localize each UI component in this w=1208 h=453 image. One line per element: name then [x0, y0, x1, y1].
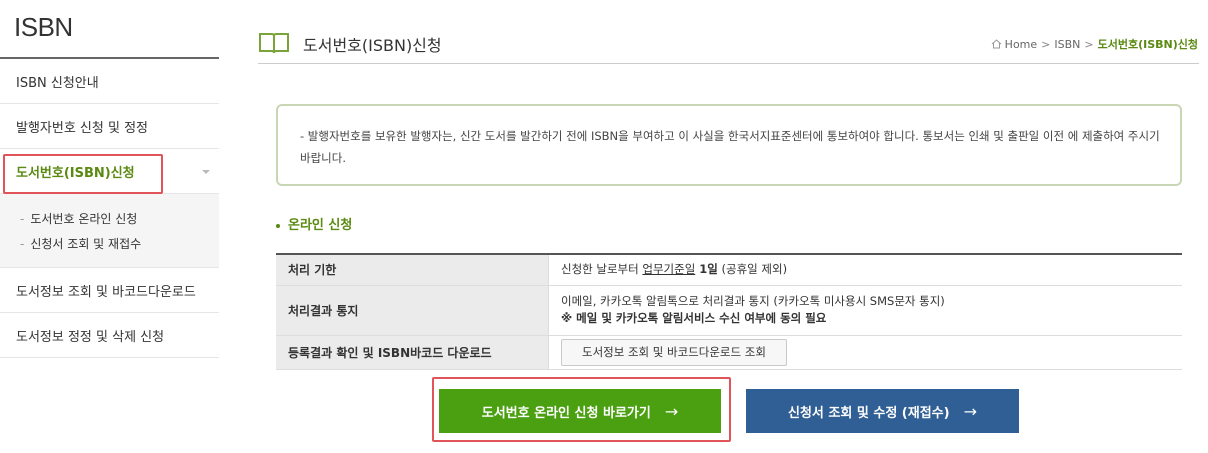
breadcrumb-current: 도서번호(ISBN)신청 [1097, 38, 1198, 51]
table-cell: 도서정보 조회 및 바코드다운로드 조회 [549, 335, 1183, 369]
book-icon [259, 33, 289, 54]
notification-consent-note: ※ 메일 및 카카오톡 알림서비스 수신 여부에 동의 필요 [561, 311, 827, 325]
deadline-text: 신청한 날로부터 [561, 262, 643, 277]
subitem-dash: - [20, 212, 25, 226]
sidebar-item-book-info-correction[interactable]: 도서정보 정정 및 삭제 신청 [0, 313, 219, 358]
breadcrumb-isbn[interactable]: ISBN [1054, 38, 1080, 51]
sidebar-item-label: 도서정보 정정 및 삭제 신청 [16, 329, 165, 345]
book-info-inquiry-button[interactable]: 도서정보 조회 및 바코드다운로드 조회 [561, 338, 787, 366]
sidebar-subitem-inquiry[interactable]: - 신청서 조회 및 재접수 [20, 235, 141, 252]
sidebar-item-label: 도서번호(ISBN)신청 [16, 165, 135, 181]
sidebar-title: ISBN [14, 12, 73, 42]
bullet-icon [276, 223, 280, 228]
breadcrumb: Home > ISBN > 도서번호(ISBN)신청 [991, 36, 1198, 52]
online-apply-button-label: 도서번호 온라인 신청 바로가기 [481, 405, 651, 421]
page-title: 도서번호(ISBN)신청 [303, 36, 442, 55]
table-cell: 이메일, 카카오톡 알림톡으로 처리결과 통지 (카카오톡 미사용시 SMS문자… [549, 285, 1183, 335]
table-row: 처리 기한 신청한 날로부터 업무기준일 1일 (공휴일 제외) [276, 254, 1182, 285]
breadcrumb-home[interactable]: Home [1005, 38, 1037, 51]
deadline-underline: 업무기준일 [642, 262, 696, 277]
application-modify-button-label: 신청서 조회 및 수정 (재접수) [788, 405, 950, 421]
table-header-cell: 등록결과 확인 및 ISBN바코드 다운로드 [276, 335, 549, 369]
home-icon [991, 39, 1002, 49]
table-row: 처리결과 통지 이메일, 카카오톡 알림톡으로 처리결과 통지 (카카오톡 미사… [276, 285, 1182, 335]
breadcrumb-separator: > [1084, 38, 1094, 51]
header-divider [258, 63, 1199, 64]
chevron-down-icon [202, 170, 210, 174]
subitem-dash: - [20, 237, 25, 251]
sidebar-item-publisher-number[interactable]: 발행자번호 신청 및 정정 [0, 104, 219, 149]
breadcrumb-separator: > [1041, 38, 1051, 51]
sidebar-item-label: 도서정보 조회 및 바코드다운로드 [16, 284, 196, 300]
sidebar: ISBN ISBN 신청안내 발행자번호 신청 및 정정 도서번호(ISBN)신… [0, 0, 219, 453]
deadline-note: (공휴일 제외) [717, 262, 788, 277]
table-cell: 신청한 날로부터 업무기준일 1일 (공휴일 제외) [549, 254, 1183, 285]
sidebar-submenu: - 도서번호 온라인 신청 - 신청서 조회 및 재접수 [0, 194, 219, 268]
sidebar-subitem-label: 도서번호 온라인 신청 [30, 212, 138, 226]
table-row: 등록결과 확인 및 ISBN바코드 다운로드 도서정보 조회 및 바코드다운로드… [276, 335, 1182, 369]
sidebar-subitem-label: 신청서 조회 및 재접수 [30, 237, 142, 251]
sidebar-item-isbn-apply[interactable]: 도서번호(ISBN)신청 [0, 149, 219, 194]
section-title: 온라인 신청 [276, 214, 352, 233]
notice-box: - 발행자번호를 보유한 발행자는, 신간 도서를 발간하기 전에 ISBN을 … [276, 104, 1182, 186]
arrow-right-icon: → [963, 401, 977, 421]
section-title-label: 온라인 신청 [288, 218, 353, 233]
sidebar-item-book-info-barcode[interactable]: 도서정보 조회 및 바코드다운로드 [0, 268, 219, 313]
sidebar-item-isbn-guide[interactable]: ISBN 신청안내 [0, 59, 219, 104]
sidebar-item-label: ISBN 신청안내 [16, 75, 99, 91]
table-header-cell: 처리 기한 [276, 254, 549, 285]
sidebar-item-label: 발행자번호 신청 및 정정 [16, 120, 148, 136]
info-table: 처리 기한 신청한 날로부터 업무기준일 1일 (공휴일 제외) 처리결과 통지… [276, 253, 1182, 370]
online-apply-button[interactable]: 도서번호 온라인 신청 바로가기 → [439, 389, 721, 433]
notice-text: - 발행자번호를 보유한 발행자는, 신간 도서를 발간하기 전에 ISBN을 … [300, 129, 1160, 165]
sidebar-subitem-online-apply[interactable]: - 도서번호 온라인 신청 [20, 210, 137, 227]
table-header-cell: 처리결과 통지 [276, 285, 549, 335]
deadline-bold: 1일 [695, 262, 718, 277]
arrow-right-icon: → [664, 401, 679, 421]
application-modify-button[interactable]: 신청서 조회 및 수정 (재접수) → [746, 389, 1019, 433]
notification-text: 이메일, 카카오톡 알림톡으로 처리결과 통지 (카카오톡 미사용시 SMS문자… [561, 294, 945, 308]
